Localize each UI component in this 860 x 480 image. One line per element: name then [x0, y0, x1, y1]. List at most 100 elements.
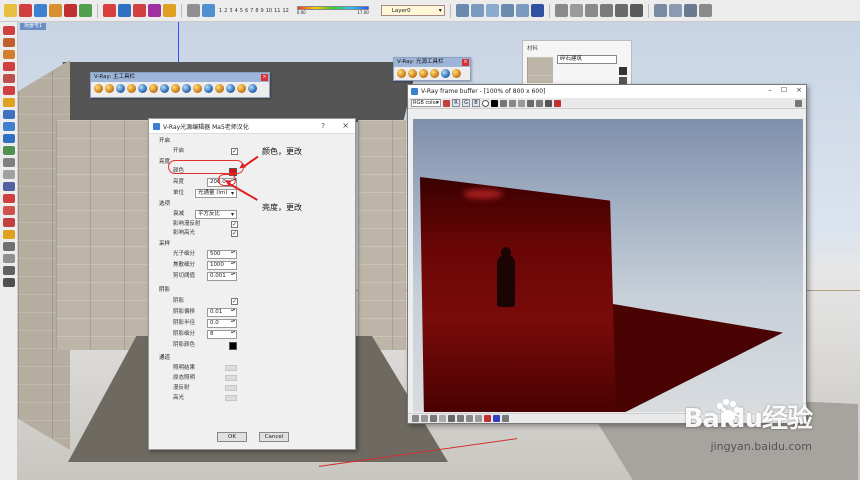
scale-tool-icon[interactable]: [148, 4, 161, 17]
select-tool-icon[interactable]: [4, 4, 17, 17]
units-dropdown[interactable]: 光通量 (lm): [195, 189, 237, 198]
look-around-icon[interactable]: [2, 170, 15, 179]
color-ramp[interactable]: 0.00 17.00: [296, 6, 369, 15]
blue-channel-button[interactable]: B: [472, 99, 480, 107]
smoove-tool-icon[interactable]: [2, 254, 15, 263]
back-view-icon[interactable]: [515, 4, 529, 17]
cutoff-input[interactable]: 0.001: [207, 272, 237, 281]
top-view-icon[interactable]: [470, 4, 484, 17]
plane-icon[interactable]: [215, 84, 224, 93]
light-editor-title-bar[interactable]: V-Ray光源编辑器 Ma5老师汉化 ? ×: [149, 119, 355, 134]
lut-icon[interactable]: [466, 415, 473, 422]
ies-light-icon[interactable]: [430, 69, 439, 78]
save-image-icon[interactable]: [500, 99, 507, 107]
shadows-checkbox[interactable]: ✓: [231, 298, 238, 305]
focus-icon[interactable]: [248, 84, 257, 93]
shadow-color-swatch[interactable]: [229, 342, 237, 350]
proxy-export-icon[interactable]: [182, 84, 191, 93]
zoom-tool-icon[interactable]: [2, 134, 15, 143]
region-render-icon[interactable]: [536, 99, 543, 107]
dome-light-icon[interactable]: [441, 69, 450, 78]
scene-tab[interactable]: 场景号1: [20, 23, 47, 30]
batch-render-icon[interactable]: [160, 84, 169, 93]
spot-light-icon[interactable]: [419, 69, 428, 78]
vray-main-toolbar-title[interactable]: V-Ray: 主工具栏 ×: [91, 73, 269, 82]
lens-effects-icon[interactable]: [502, 415, 509, 422]
close-icon[interactable]: ×: [796, 86, 802, 94]
rendered-image[interactable]: [413, 119, 803, 412]
curve-icon[interactable]: [430, 415, 437, 422]
fur-icon[interactable]: [204, 84, 213, 93]
push-pull-tool-icon[interactable]: [103, 4, 116, 17]
pan-tool-icon[interactable]: [2, 122, 15, 131]
cancel-button[interactable]: Cancel: [259, 432, 289, 442]
paint-tool-icon[interactable]: [34, 4, 47, 17]
exposure-icon[interactable]: [439, 415, 446, 422]
vray-light-toolbar-title[interactable]: V-Ray: 光源工具栏 ×: [394, 58, 470, 67]
minimize-icon[interactable]: –: [768, 86, 772, 94]
channel-diffuse-button[interactable]: [225, 385, 237, 391]
intersect-tool-icon[interactable]: [2, 98, 15, 107]
right-view-icon[interactable]: [500, 4, 514, 17]
render-teapot-icon[interactable]: [795, 99, 802, 107]
clear-image-icon[interactable]: [518, 99, 525, 107]
material-editor-icon[interactable]: [94, 84, 103, 93]
shadow-bias-input[interactable]: 0.01: [207, 308, 237, 317]
green-channel-button[interactable]: G: [462, 99, 470, 107]
dimension-tool-icon[interactable]: [202, 4, 215, 17]
link-to-vfb-icon[interactable]: [545, 99, 552, 107]
pencil-tool-icon[interactable]: [2, 38, 15, 47]
histogram-icon[interactable]: [448, 415, 455, 422]
zoom-extents-icon[interactable]: [2, 146, 15, 155]
render-icon[interactable]: [116, 84, 125, 93]
material-name-field[interactable]: 碎石建筑: [557, 55, 617, 64]
channel-dropdown[interactable]: RGB color: [411, 99, 441, 107]
left-view-icon[interactable]: [530, 4, 544, 17]
shadow-subdivs-input[interactable]: 8: [207, 330, 237, 339]
xray-style-icon[interactable]: [554, 4, 568, 17]
axes-tool-icon[interactable]: [2, 194, 15, 203]
warehouse-icon[interactable]: [698, 4, 712, 17]
arc-tool-icon[interactable]: [2, 50, 15, 59]
photon-subdivs-input[interactable]: 500: [207, 250, 237, 259]
affect-specular-checkbox[interactable]: ✓: [231, 230, 238, 237]
shaded-style-icon[interactable]: [599, 4, 613, 17]
polygon-tool-icon[interactable]: [2, 62, 15, 71]
tape-tool-icon[interactable]: [187, 4, 200, 17]
monochrome-style-icon[interactable]: [629, 4, 643, 17]
alpha-channel-icon[interactable]: [482, 99, 489, 107]
track-mouse-icon[interactable]: [527, 99, 534, 107]
create-material-icon[interactable]: [619, 67, 627, 75]
stamp-tool-icon[interactable]: [2, 266, 15, 275]
unwrap-icon[interactable]: [226, 84, 235, 93]
red-channel-button[interactable]: R: [452, 99, 460, 107]
sphere-light-icon[interactable]: [452, 69, 461, 78]
textured-style-icon[interactable]: [614, 4, 628, 17]
circle-tool-icon[interactable]: [79, 4, 92, 17]
mono-mode-icon[interactable]: [491, 99, 498, 107]
close-icon[interactable]: ×: [342, 121, 349, 130]
omni-light-icon[interactable]: [397, 69, 406, 78]
frame-buffer-title-bar[interactable]: V-Ray frame buffer - [100% of 800 x 600]…: [408, 85, 806, 98]
close-icon[interactable]: ×: [261, 74, 268, 81]
freehand-tool-icon[interactable]: [2, 74, 15, 83]
affect-diffuse-checkbox[interactable]: ✓: [231, 221, 238, 228]
3d-text-tool-icon[interactable]: [2, 230, 15, 239]
material-thumbnail[interactable]: [527, 57, 553, 83]
shadow-radius-input[interactable]: 0.0: [207, 319, 237, 328]
stop-render-icon[interactable]: [554, 99, 561, 107]
orbit-tool-icon[interactable]: [2, 110, 15, 119]
layer-dropdown[interactable]: Layer0: [380, 5, 445, 16]
move-tool-icon[interactable]: [118, 4, 131, 17]
srgb-icon[interactable]: [457, 415, 464, 422]
proxy-import-icon[interactable]: [193, 84, 202, 93]
render-options-icon[interactable]: [105, 84, 114, 93]
channel-raw-button[interactable]: [225, 375, 237, 381]
drape-tool-icon[interactable]: [2, 278, 15, 287]
position-camera-icon[interactable]: [2, 182, 15, 191]
section-cut-icon[interactable]: [683, 4, 697, 17]
pixel-aspect-icon[interactable]: [475, 415, 482, 422]
rect-light-icon[interactable]: [408, 69, 417, 78]
ok-button[interactable]: OK: [217, 432, 247, 442]
frame-buffer-icon[interactable]: [138, 84, 147, 93]
